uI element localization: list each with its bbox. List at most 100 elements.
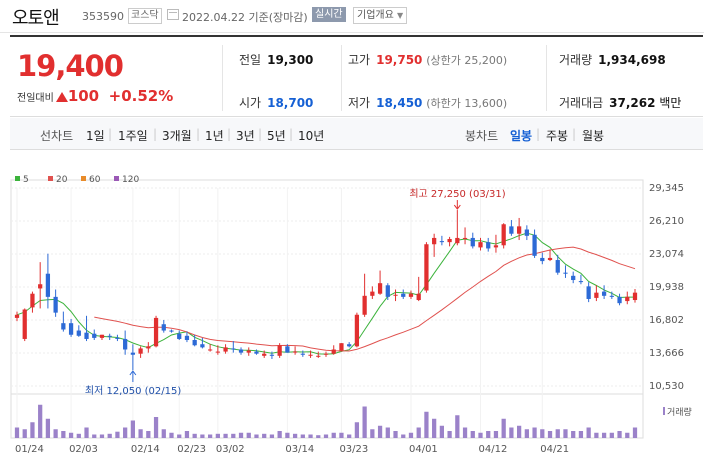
volume-bar: [393, 431, 398, 438]
candle-body: [578, 281, 584, 283]
volume-bar: [478, 432, 483, 438]
tab-1y[interactable]: 1년: [205, 127, 224, 144]
candle-body: [594, 292, 599, 298]
candle-body: [601, 291, 607, 296]
corp-overview-label: 기업개요: [357, 10, 394, 21]
volume-bar: [169, 432, 174, 438]
candle-body: [208, 349, 213, 351]
candle-body: [354, 314, 360, 347]
volume-bar: [45, 418, 51, 438]
candle-body: [169, 330, 174, 332]
divider: [546, 45, 547, 111]
x-tick-label: 02/14: [131, 444, 160, 455]
volume-bar: [493, 431, 499, 438]
candle-body: [22, 309, 27, 339]
realtime-button[interactable]: 실시간: [312, 7, 346, 22]
volume-bar: [138, 429, 143, 438]
candle-body: [331, 349, 336, 354]
quote-trade-value: 거래대금 37,262 백만: [559, 96, 682, 110]
x-tick-label: 03/14: [285, 444, 314, 455]
tab-monthly[interactable]: 월봉: [582, 127, 604, 144]
candle-body: [385, 285, 390, 297]
stock-header: 오토앤 353590 코스닥 2022.04.22 기준(장마감) 실시간 기업…: [0, 0, 704, 33]
candle-body: [462, 237, 468, 239]
tab-weekly[interactable]: 주봉: [546, 127, 568, 144]
volume-bar: [130, 420, 135, 438]
candle-body: [447, 238, 452, 243]
volume-bar: [99, 434, 105, 438]
volume-bar: [470, 431, 475, 438]
tab-1d[interactable]: 1일: [86, 127, 105, 144]
volume-bar: [107, 433, 112, 438]
candle-body: [161, 324, 166, 331]
divider: [222, 45, 223, 111]
line-chart-label: 선차트: [40, 129, 74, 143]
y-tick-label: 29,345: [649, 183, 684, 194]
volume-bar: [53, 429, 58, 438]
volume-label: 거래량: [667, 406, 692, 418]
volume-bar: [563, 429, 568, 438]
candle-body: [617, 296, 622, 304]
volume-bar: [200, 434, 205, 438]
low-annotation: 최저 12,050 (02/15): [85, 385, 181, 397]
volume-bar: [594, 432, 599, 438]
volume-bar: [447, 431, 452, 438]
volume-bar: [231, 433, 236, 438]
volume-bar: [308, 434, 313, 438]
quote-summary: 19,400 전일대비 100 +0.52% 전일 19,300 고가 19,750 …: [10, 35, 703, 117]
candle-body: [192, 340, 197, 346]
candle-body: [517, 226, 522, 234]
candle-body: [153, 317, 159, 347]
quote-low: 저가 18,450 (하한가 13,600): [348, 96, 508, 110]
y-tick-label: 13,666: [649, 348, 684, 359]
volume-bar: [401, 434, 406, 438]
quote-date: 2022.04.22 기준(장마감): [182, 11, 308, 24]
volume-bar: [377, 425, 383, 438]
volume-bar: [532, 427, 537, 438]
tab-3y[interactable]: 3년: [236, 127, 255, 144]
volume-bar: [555, 429, 560, 438]
candle-body: [424, 244, 429, 291]
current-price: 19,400: [17, 49, 124, 83]
volume-bar: [215, 433, 220, 438]
volume-bar: [153, 417, 159, 438]
volume-bar: [486, 431, 491, 438]
candle-body: [107, 335, 112, 337]
volume-bar: [14, 427, 20, 438]
candle-body: [377, 283, 383, 294]
tab-1w[interactable]: 1주일: [118, 127, 148, 144]
candle-body: [99, 334, 105, 338]
volume-bar: [416, 427, 421, 438]
candle-body: [509, 226, 514, 234]
candle-body: [123, 338, 128, 350]
tab-daily[interactable]: 일봉: [510, 127, 532, 144]
candle-body: [532, 234, 537, 256]
tab-10y[interactable]: 10년: [298, 127, 324, 144]
volume-bar: [316, 435, 321, 438]
quote-open: 시가 18,700: [239, 96, 314, 110]
volume-bar: [578, 431, 584, 438]
x-tick-label: 01/24: [15, 444, 44, 455]
x-tick-label: 04/01: [409, 444, 438, 455]
volume-bar: [177, 434, 182, 438]
tab-3m[interactable]: 3개월: [162, 127, 192, 144]
legend-label: 120: [122, 175, 139, 185]
quote-volume: 거래량 1,934,698: [559, 53, 666, 67]
legend-swatch: [15, 176, 20, 181]
volume-bar: [632, 427, 638, 438]
volume-bar: [439, 425, 444, 438]
tab-5y[interactable]: 5년: [267, 127, 286, 144]
volume-bar: [323, 434, 329, 438]
stock-name: 오토앤: [12, 8, 60, 29]
volume-bar: [300, 434, 305, 438]
candle-body: [408, 293, 414, 297]
candle-body: [625, 296, 630, 302]
high-annotation: 최고 27,250 (03/31): [409, 188, 505, 200]
corp-overview-dropdown[interactable]: 기업개요 ▼: [353, 7, 408, 24]
candle-body: [200, 344, 205, 348]
y-tick-label: 16,802: [649, 315, 684, 326]
candle-body: [571, 275, 576, 281]
quote-high: 고가 19,750 (상한가 25,200): [348, 53, 508, 67]
volume-bar: [547, 431, 553, 438]
candle-body: [130, 352, 135, 355]
